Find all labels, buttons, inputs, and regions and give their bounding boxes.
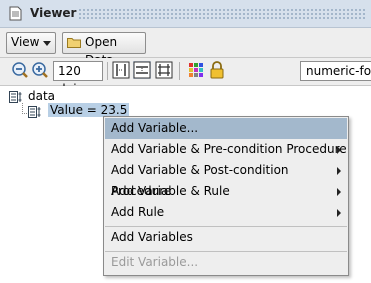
menu-item-add-variables[interactable]: Add Variables: [105, 227, 347, 248]
menu-item-add-variable-rule[interactable]: Add Variable & Rule: [105, 181, 347, 202]
chevron-right-icon: [337, 167, 341, 175]
title-bar-grip: [78, 8, 367, 20]
menu-item-label: Add Rule: [111, 205, 165, 219]
menu-item-add-variable-pre-condition[interactable]: Add Variable & Pre-condition Procedure: [105, 139, 347, 160]
tree-node-root[interactable]: data: [9, 89, 55, 114]
menu-item-label: Add Variable & Rule: [111, 184, 230, 198]
menu-item-label: Edit Variable...: [111, 255, 199, 269]
context-menu: Add Variable... Add Variable & Pre-condi…: [103, 116, 349, 276]
window-title: Viewer: [30, 6, 77, 20]
chevron-right-icon: [337, 209, 341, 217]
open-data-button[interactable]: Open Data: [62, 32, 146, 67]
menu-item-label: Add Variable...: [111, 121, 199, 135]
menu-item-edit-variable: Edit Variable...: [105, 252, 347, 273]
chevron-right-icon: [337, 188, 341, 196]
fit-height-icon[interactable]: [133, 61, 151, 79]
toolbar-divider: [107, 62, 108, 80]
document-icon: [9, 6, 22, 21]
menu-item-label: Add Variables: [111, 230, 193, 244]
toolbar-divider: [179, 62, 180, 80]
view-menu-button[interactable]: View: [6, 32, 56, 54]
tree-node-value[interactable]: [28, 104, 43, 118]
chevron-down-icon: [43, 41, 51, 46]
menu-item-add-rule[interactable]: Add Rule: [105, 202, 347, 223]
chevron-right-icon: [337, 146, 341, 154]
menu-item-add-variable[interactable]: Add Variable...: [105, 118, 347, 139]
view-toolbar: 120 dpi numeric-form: [0, 58, 371, 96]
lock-icon[interactable]: [208, 61, 226, 79]
title-bar[interactable]: Viewer: [0, 0, 371, 28]
zoom-in-icon[interactable]: [31, 61, 49, 79]
tree-node-icon: [28, 105, 41, 118]
fit-all-icon[interactable]: [155, 61, 173, 79]
tree-node-icon: [9, 90, 22, 103]
tree-node-label-selected[interactable]: Value = 23.5: [48, 103, 130, 117]
dpi-field[interactable]: 120 dpi: [53, 61, 103, 96]
color-palette-icon[interactable]: [187, 61, 205, 79]
menu-item-label: Add Variable & Pre-condition Procedure: [111, 142, 347, 156]
folder-icon: [67, 38, 81, 48]
fit-width-icon[interactable]: [112, 61, 130, 79]
format-select[interactable]: numeric-form: [300, 61, 371, 81]
zoom-out-icon[interactable]: [11, 61, 29, 79]
menu-item-add-variable-post-condition[interactable]: Add Variable & Post-condition Procedure: [105, 160, 347, 198]
view-menu-label: View: [11, 35, 40, 49]
tree-node-label: data: [28, 89, 56, 103]
main-toolbar: View Open Data: [0, 28, 371, 67]
